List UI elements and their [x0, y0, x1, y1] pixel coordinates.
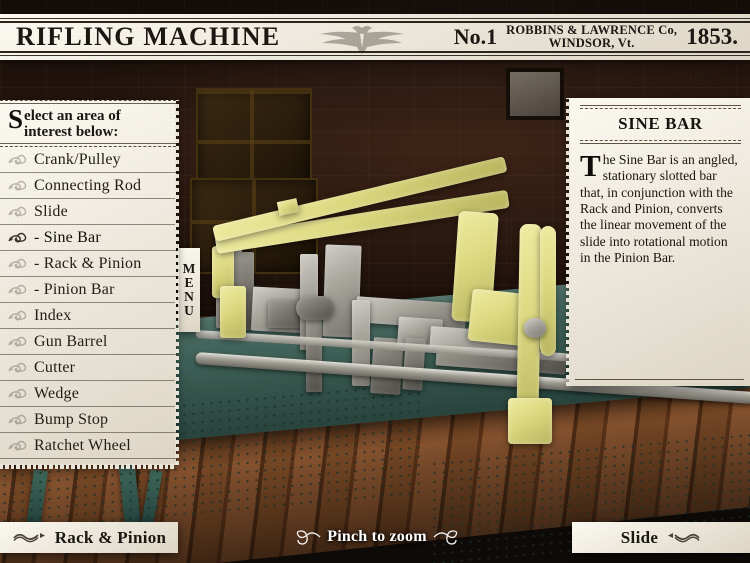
sidebar-item-index[interactable]: Index — [0, 303, 176, 330]
flourish-icon — [6, 282, 28, 298]
sine-bar-block[interactable] — [220, 286, 246, 338]
next-part-label: Slide — [620, 527, 659, 547]
menu-tab-letter-m: M — [182, 261, 196, 277]
sidebar-item-rack-pinion[interactable]: - Rack & Pinion — [0, 251, 176, 278]
sidebar-item-label: Ratchet Wheel — [34, 436, 131, 454]
sidebar-prompt-line1: elect an area of — [24, 108, 121, 124]
sidebar-item-label: - Pinion Bar — [34, 280, 115, 298]
wall-picture-frame — [506, 68, 564, 120]
flourish-icon — [6, 308, 28, 324]
sidebar-item-crank-pulley[interactable]: Crank/Pulley — [0, 147, 176, 174]
sidebar-item-pinion-bar[interactable]: - Pinion Bar — [0, 277, 176, 304]
sidebar-item-slide[interactable]: Slide — [0, 199, 176, 226]
prev-part-label: Rack & Pinion — [54, 527, 167, 547]
sidebar-item-wedge[interactable]: Wedge — [0, 381, 176, 408]
year-label: 1853. — [686, 24, 738, 49]
sidebar-item-bump-stop[interactable]: Bump Stop — [0, 407, 176, 434]
info-rule — [580, 140, 741, 141]
flourish-left-icon — [297, 529, 321, 545]
paper-torn-edge — [0, 464, 176, 470]
machine-screw — [306, 318, 322, 392]
sidebar-prompt: S elect an area of interest below: — [0, 100, 176, 148]
sidebar-prompt-dropcap: S — [8, 104, 24, 134]
wave-arrow-left-icon — [13, 533, 45, 543]
info-body-dropcap: T — [580, 148, 601, 183]
sine-bar-bolt — [524, 318, 546, 338]
machine-number: No.1 — [453, 24, 498, 49]
sidebar-item-label: Slide — [34, 202, 68, 220]
sidebar-item-cutter[interactable]: Cutter — [0, 355, 176, 382]
flourish-icon — [6, 230, 28, 246]
wave-arrow-right-icon — [668, 533, 700, 543]
prev-part-button[interactable]: Rack & Pinion — [0, 522, 178, 553]
sidebar-item-label: Connecting Rod — [34, 176, 142, 194]
pinch-to-zoom-hint: Pinch to zoom — [277, 525, 477, 549]
info-panel: SINE BAR The Sine Bar is an angled, stat… — [566, 98, 750, 386]
flourish-icon — [6, 412, 28, 428]
next-part-button[interactable]: Slide — [572, 522, 750, 553]
sidebar-item-list: Crank/Pulley Connecting Rod Slide - Sine Ba… — [0, 147, 176, 460]
sidebar-prompt-line2: interest below: — [24, 124, 119, 141]
manufacturer: ROBBINS & LAWRENCE Co, WINDSOR, Vt. — [506, 24, 677, 50]
flourish-icon — [6, 334, 28, 350]
sidebar-item-ratchet-wheel[interactable]: Ratchet Wheel — [0, 433, 176, 460]
flourish-icon — [6, 386, 28, 402]
info-rule — [580, 143, 741, 144]
sidebar-item-label: Crank/Pulley — [34, 150, 121, 168]
sidebar-item-gun-barrel[interactable]: Gun Barrel — [0, 329, 176, 356]
menu-tab-letter-n: N — [184, 289, 194, 304]
page-header: RIFLING MACHINE No.1 ROBBINS & LAWRENCE … — [0, 14, 750, 60]
paper-torn-edge — [566, 98, 570, 386]
machine-gear — [296, 296, 334, 320]
sidebar-item-label: - Sine Bar — [34, 228, 101, 246]
flourish-icon — [6, 360, 28, 376]
flourish-icon — [6, 438, 28, 454]
flourish-icon — [6, 152, 28, 168]
sidebar-item-sine-bar[interactable]: - Sine Bar — [0, 225, 176, 252]
menu-tab-button[interactable]: M E N U — [178, 248, 200, 332]
sidebar-item-label: - Rack & Pinion — [34, 254, 142, 272]
header-rule — [0, 51, 750, 53]
sidebar-item-connecting-rod[interactable]: Connecting Rod — [0, 173, 176, 200]
app-root: RIFLING MACHINE No.1 ROBBINS & LAWRENCE … — [0, 0, 750, 563]
header-rule — [0, 55, 750, 56]
sidebar-item-label: Index — [34, 306, 72, 324]
sidebar: S elect an area of interest below: Crank… — [0, 100, 179, 470]
sidebar-item-label: Wedge — [34, 384, 80, 402]
sine-bar-base[interactable] — [508, 398, 552, 444]
sidebar-item-label: Cutter — [34, 358, 76, 376]
sidebar-item-label: Bump Stop — [34, 410, 109, 428]
info-rule — [580, 108, 741, 109]
manufacturer-line2: WINDSOR, Vt. — [548, 36, 635, 50]
page-title: RIFLING MACHINE — [16, 22, 281, 51]
info-panel-body: The Sine Bar is an angled, stationary sl… — [580, 146, 741, 266]
info-rule — [580, 105, 741, 106]
flourish-right-icon — [433, 529, 457, 545]
info-rule — [575, 379, 744, 380]
flourish-icon — [6, 256, 28, 272]
flourish-icon — [6, 178, 28, 194]
sine-bar-link-inner[interactable] — [540, 226, 556, 356]
sidebar-item-label: Gun Barrel — [34, 332, 108, 350]
flourish-icon — [6, 204, 28, 220]
paper-torn-edge — [175, 100, 179, 466]
pinch-to-zoom-label: Pinch to zoom — [327, 528, 427, 545]
menu-tab-letter-u: U — [184, 302, 194, 318]
info-panel-title: SINE BAR — [618, 114, 703, 133]
menu-tab-letter-e: E — [184, 275, 194, 291]
info-body-text: he Sine Bar is an angled, stationary slo… — [580, 152, 738, 265]
